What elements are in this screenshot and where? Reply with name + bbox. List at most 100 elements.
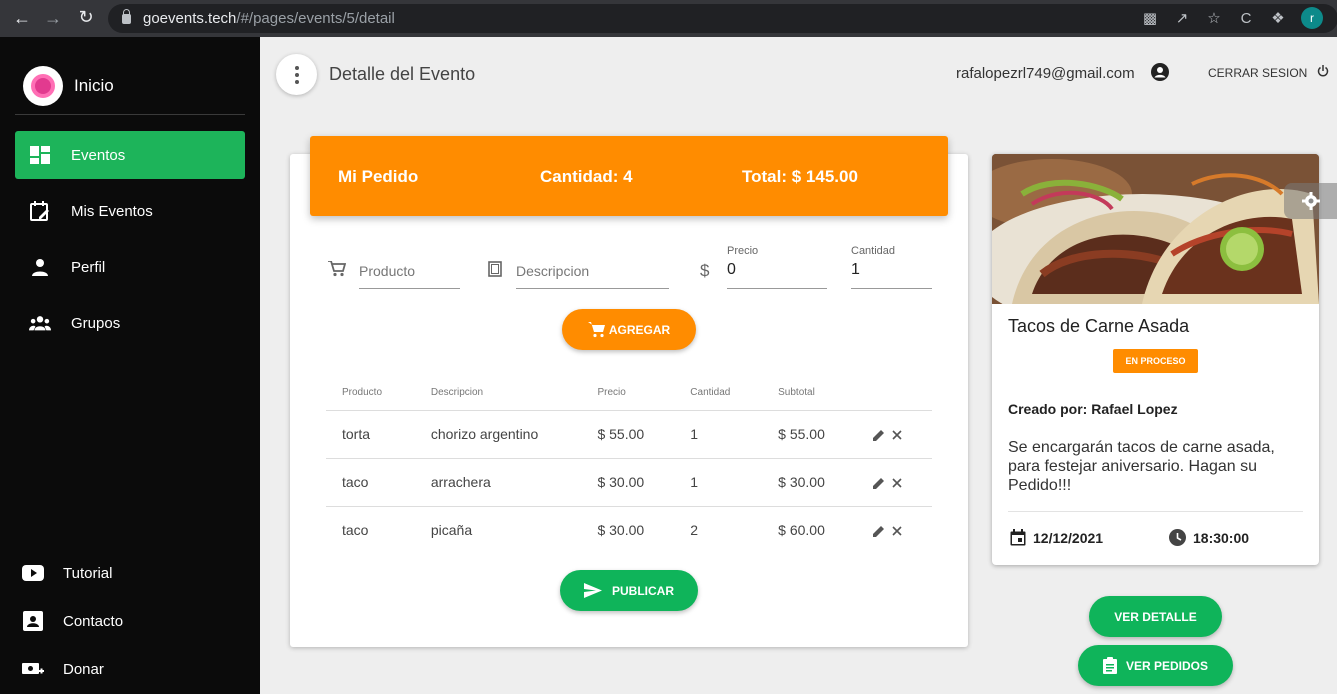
close-icon[interactable] <box>890 476 904 490</box>
notebook-icon <box>488 261 502 282</box>
table-row: taco picaña $ 30.00 2 $ 60.00 <box>326 506 932 554</box>
lock-icon <box>122 8 131 24</box>
add-button[interactable]: AGREGAR <box>562 309 696 350</box>
dashboard-icon <box>29 144 51 166</box>
sidebar-item-contacto[interactable]: Contacto <box>22 610 123 632</box>
sidebar-item-mis-eventos[interactable]: Mis Eventos <box>15 187 245 235</box>
logout-button[interactable]: CERRAR SESION <box>1208 65 1329 80</box>
logout-label: CERRAR SESION <box>1208 65 1308 80</box>
order-quantity: Cantidad: 4 <box>540 167 633 186</box>
reload-icon[interactable]: ↻ <box>70 7 102 28</box>
view-orders-label: VER PEDIDOS <box>1125 658 1209 673</box>
cell-product: torta <box>326 410 415 459</box>
cell-product: taco <box>342 522 369 539</box>
event-title: Tacos de Carne Asada <box>1008 316 1190 336</box>
translate-icon[interactable]: ▩ <box>1141 9 1159 27</box>
account-circle-icon[interactable] <box>1151 63 1169 81</box>
order-total: Total: $ 145.00 <box>742 167 858 186</box>
power-icon <box>1317 65 1329 80</box>
contact-icon <box>22 610 44 632</box>
settings-gear-button[interactable] <box>1284 183 1337 219</box>
cell-price: $ 30.00 <box>581 458 675 507</box>
quantity-label: Cantidad <box>851 245 896 257</box>
donate-icon <box>22 658 44 680</box>
quantity-input[interactable]: 1 <box>851 261 860 279</box>
view-orders-button[interactable]: VER PEDIDOS <box>1078 645 1233 686</box>
browser-actions: ▩ ↗ ☆ C ❖ r <box>1141 7 1323 29</box>
app-logo <box>23 65 63 106</box>
sidebar-item-grupos[interactable]: Grupos <box>15 299 245 347</box>
view-detail-button[interactable]: VER DETALLE <box>1089 596 1222 637</box>
person-icon <box>29 256 51 278</box>
publish-button-label: PUBLICAR <box>612 583 674 598</box>
column-header: Precio <box>581 376 675 411</box>
divider <box>1008 511 1303 512</box>
cell-subtotal: $ 60.00 <box>778 522 825 539</box>
column-header: Producto <box>326 376 415 411</box>
add-button-label: AGREGAR <box>608 322 671 337</box>
dollar-icon: $ <box>700 261 710 280</box>
back-icon[interactable]: ← <box>6 8 38 29</box>
description-input[interactable] <box>516 260 669 282</box>
sidebar-brand[interactable]: Inicio <box>15 57 245 115</box>
event-time-value: 18:30:00 <box>1193 529 1250 546</box>
more-options-button[interactable] <box>276 54 317 95</box>
table-header-row: Producto Descripcion Precio Cantidad Sub… <box>326 376 932 411</box>
sidebar-item-label: Donar <box>63 660 104 678</box>
order-header: Mi Pedido Cantidad: 4 Total: $ 145.00 <box>310 136 948 216</box>
share-icon[interactable]: ↗ <box>1173 9 1191 27</box>
cell-price: $ 55.00 <box>581 410 675 459</box>
status-badge: EN PROCESO <box>1113 349 1198 373</box>
cart-icon <box>328 260 347 282</box>
sidebar: Inicio Eventos Mis Eventos Perfil Grupos… <box>0 37 260 694</box>
clipboard-icon <box>1102 657 1117 674</box>
product-input[interactable] <box>359 260 460 282</box>
extensions-puzzle-icon[interactable]: ❖ <box>1269 9 1287 27</box>
event-image <box>992 154 1319 304</box>
cell-description: chorizo argentino <box>414 410 582 459</box>
cell-description: arrachera <box>414 458 582 507</box>
gear-icon <box>1301 192 1320 210</box>
event-time: 18:30:00 <box>1169 529 1249 546</box>
url-domain: goevents.tech <box>143 10 237 27</box>
cell-subtotal: $ 55.00 <box>762 410 852 459</box>
calendar-edit-icon <box>29 200 51 222</box>
event-creator: Creado por: Rafael Lopez <box>1008 401 1178 417</box>
sidebar-item-eventos[interactable]: Eventos <box>15 131 245 179</box>
price-input[interactable]: 0 <box>727 261 736 279</box>
profile-avatar[interactable]: r <box>1301 7 1323 29</box>
page-title: Detalle del Evento <box>329 64 476 84</box>
brand-title: Inicio <box>74 75 114 95</box>
close-icon[interactable] <box>890 428 904 442</box>
sidebar-item-tutorial[interactable]: Tutorial <box>22 562 112 584</box>
edit-icon[interactable] <box>872 524 886 538</box>
cell-quantity: 2 <box>690 522 699 539</box>
sidebar-item-label: Tutorial <box>63 564 113 582</box>
extension-c-icon[interactable]: C <box>1237 10 1255 27</box>
sidebar-item-label: Mis Eventos <box>71 202 153 220</box>
publish-button[interactable]: PUBLICAR <box>560 570 698 611</box>
sidebar-item-label: Contacto <box>63 612 124 630</box>
table-row: torta chorizo argentino $ 55.00 1 $ 55.0… <box>326 410 932 459</box>
cart-icon <box>587 321 606 338</box>
sidebar-item-perfil[interactable]: Perfil <box>15 243 245 291</box>
event-description: Se encargarán tacos de carne asada, para… <box>1008 439 1275 494</box>
event-date: 12/12/2021 <box>1010 529 1103 546</box>
edit-icon[interactable] <box>872 428 886 442</box>
url-path: /#/pages/events/5/detail <box>236 10 395 27</box>
event-card: Tacos de Carne Asada EN PROCESO Creado p… <box>992 154 1319 565</box>
close-icon[interactable] <box>890 524 904 538</box>
user-email: rafalopezrl749@gmail.com <box>956 65 1135 82</box>
browser-toolbar: ← → ↻ goevents.tech/#/pages/events/5/det… <box>0 0 1337 37</box>
sidebar-item-donar[interactable]: Donar <box>22 658 104 680</box>
column-header: Cantidad <box>674 376 763 411</box>
sidebar-item-label: Eventos <box>71 146 126 164</box>
bookmark-star-icon[interactable]: ☆ <box>1205 9 1223 27</box>
calendar-icon <box>1010 529 1026 546</box>
cell-quantity: 1 <box>674 410 763 459</box>
order-title: Mi Pedido <box>338 167 419 186</box>
forward-icon[interactable]: → <box>37 8 69 29</box>
column-header: Subtotal <box>762 376 852 411</box>
edit-icon[interactable] <box>872 476 886 490</box>
event-date-value: 12/12/2021 <box>1033 529 1104 546</box>
